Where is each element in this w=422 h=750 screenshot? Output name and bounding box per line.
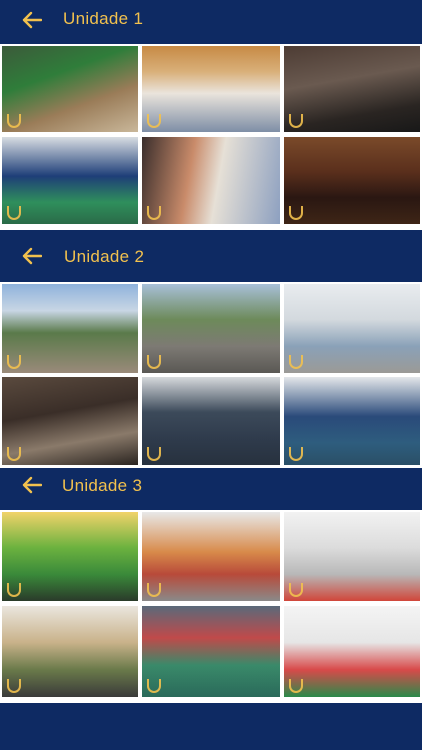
school-logo-icon xyxy=(147,679,161,693)
section-title: Unidade 3 xyxy=(62,476,143,495)
tech-classroom-photo[interactable] xyxy=(284,46,420,132)
science-lab-photo[interactable] xyxy=(284,512,420,601)
open-hall-photo[interactable] xyxy=(284,284,420,373)
school-logo-icon xyxy=(289,355,303,369)
indoor-court-photo[interactable] xyxy=(284,377,420,465)
school-logo-icon xyxy=(7,447,21,461)
section-title: Unidade 1 xyxy=(63,9,144,28)
school-logo-icon xyxy=(7,583,21,597)
sports-court-photo[interactable] xyxy=(2,137,138,224)
school-logo-icon xyxy=(147,114,161,128)
auditorium-photo[interactable] xyxy=(284,137,420,224)
section-title: Unidade 2 xyxy=(64,247,145,266)
school-logo-icon xyxy=(147,583,161,597)
back-arrow-icon[interactable] xyxy=(22,11,42,29)
photo-grid xyxy=(0,282,422,468)
school-logo-icon xyxy=(289,583,303,597)
school-logo-icon xyxy=(289,206,303,220)
photo-grid xyxy=(0,510,422,703)
school-logo-icon xyxy=(147,206,161,220)
school-logo-icon xyxy=(147,355,161,369)
gym-photo[interactable] xyxy=(142,377,280,465)
covered-court-photo[interactable] xyxy=(142,606,280,697)
playground-photo[interactable] xyxy=(2,46,138,132)
section-header-unidade-3: Unidade 3 xyxy=(0,468,422,510)
building-exterior-photo[interactable] xyxy=(2,606,138,697)
school-logo-icon xyxy=(7,114,21,128)
game-room-photo[interactable] xyxy=(142,512,280,601)
school-logo-icon xyxy=(289,679,303,693)
library-photo[interactable] xyxy=(2,377,138,465)
section-header-unidade-1: Unidade 1 xyxy=(0,0,422,44)
kids-playroom-photo[interactable] xyxy=(2,512,138,601)
school-logo-icon xyxy=(7,206,21,220)
section-header-unidade-2: Unidade 2 xyxy=(0,230,422,282)
courtyard-photo[interactable] xyxy=(2,284,138,373)
cafeteria-photo[interactable] xyxy=(142,46,280,132)
school-logo-icon xyxy=(147,447,161,461)
school-logo-icon xyxy=(289,114,303,128)
back-arrow-icon[interactable] xyxy=(22,247,42,265)
school-logo-icon xyxy=(289,447,303,461)
photo-grid xyxy=(0,44,422,230)
back-arrow-icon[interactable] xyxy=(22,476,42,494)
school-logo-icon xyxy=(7,679,21,693)
patio-tables-photo[interactable] xyxy=(142,284,280,373)
classroom-photo[interactable] xyxy=(284,606,420,697)
bottom-bar xyxy=(0,703,422,750)
hallway-photo[interactable] xyxy=(142,137,280,224)
school-logo-icon xyxy=(7,355,21,369)
